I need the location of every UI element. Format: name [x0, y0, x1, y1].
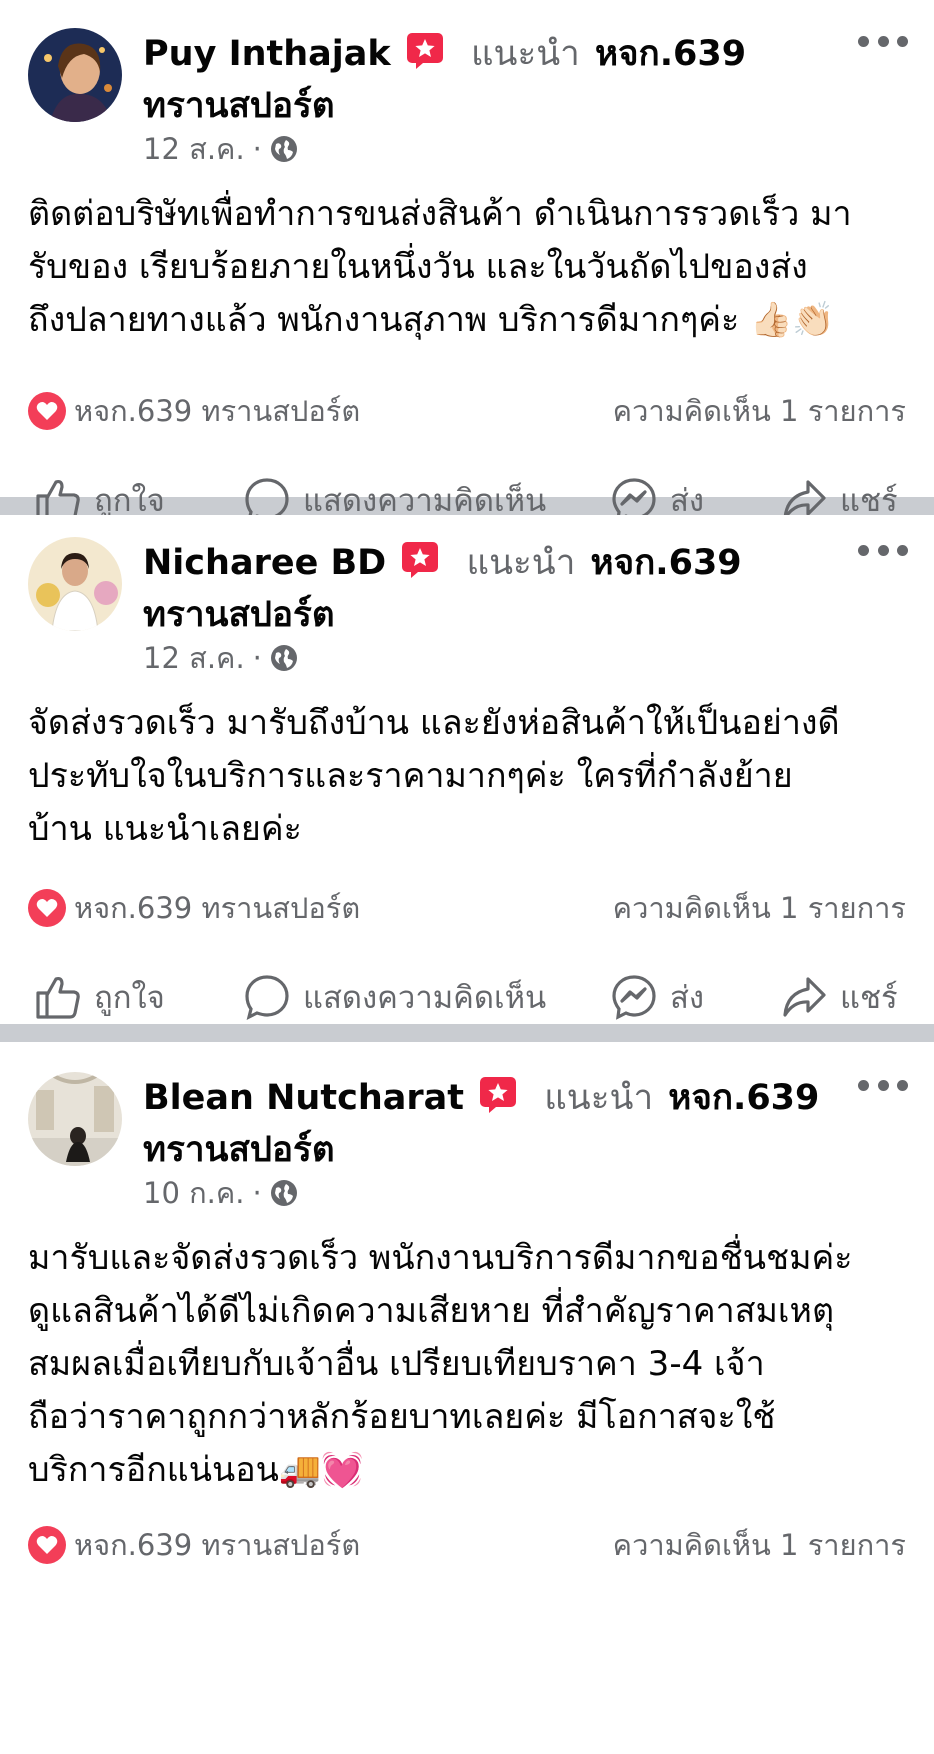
page-name-line2[interactable]: ทรานสปอร์ต: [143, 1130, 335, 1170]
page-name[interactable]: หจก.639: [591, 543, 742, 583]
reaction-summary[interactable]: หจก.639 ทรานสปอร์ต ความคิดเห็น 1 รายการ: [28, 885, 906, 931]
recommends-label: แนะนำ: [466, 543, 576, 583]
post-date[interactable]: 12 ส.ค.: [143, 126, 245, 172]
reaction-names: หจก.639 ทรานสปอร์ต: [74, 394, 361, 428]
recommends-label: แนะนำ: [544, 1078, 654, 1118]
comment-count[interactable]: ความคิดเห็น 1 รายการ: [613, 388, 906, 434]
love-reaction-icon: [28, 392, 66, 430]
comment-icon: [245, 975, 289, 1020]
comment-count[interactable]: ความคิดเห็น 1 รายการ: [613, 885, 906, 931]
recommend-star-icon: [406, 33, 443, 69]
page-name-line2[interactable]: ทรานสปอร์ต: [143, 595, 335, 635]
post-card: Blean Nutcharat แนะนำ หจก.639 ทรานสปอร์ต…: [0, 1042, 934, 1754]
post-card: Puy Inthajak แนะนำ หจก.639 ทรานสปอร์ต 12…: [0, 0, 934, 523]
comment-button[interactable]: แสดงความคิดเห็น: [243, 972, 546, 1022]
recommends-label: แนะนำ: [470, 34, 580, 74]
meta-separator: ·: [252, 132, 262, 166]
author-avatar[interactable]: [28, 537, 122, 631]
comment-count[interactable]: ความคิดเห็น 1 รายการ: [613, 1522, 906, 1568]
page-name[interactable]: หจก.639: [668, 1078, 819, 1118]
like-icon: [36, 976, 80, 1019]
globe-icon: [270, 1180, 297, 1206]
share-icon: [783, 977, 826, 1017]
post-date[interactable]: 10 ก.ค.: [143, 1170, 245, 1216]
meta-separator: ·: [252, 1176, 262, 1210]
love-reaction-icon: [28, 889, 66, 927]
post-text: จัดส่งรวดเร็ว มารับถึงบ้าน และยังห่อสินค…: [28, 703, 840, 849]
recommend-star-icon: [402, 542, 439, 578]
post-text: ติดต่อบริษัทเพื่อทำการขนส่งสินค้า ดำเนิน…: [28, 194, 852, 340]
post-meta: 12 ส.ค. ·: [143, 635, 298, 681]
globe-icon: [270, 645, 297, 671]
globe-icon: [270, 136, 297, 162]
author-name[interactable]: Puy Inthajak: [143, 34, 391, 74]
reaction-summary[interactable]: หจก.639 ทรานสปอร์ต ความคิดเห็น 1 รายการ: [28, 388, 906, 434]
send-button[interactable]: ส่ง: [610, 972, 704, 1022]
like-button[interactable]: ถูกใจ: [34, 972, 165, 1022]
post-header: Nicharee BD แนะนำ หจก.639 ทรานสปอร์ต: [143, 537, 843, 641]
post-meta: 10 ก.ค. ·: [143, 1170, 298, 1216]
love-reaction-icon: [28, 1526, 66, 1564]
messenger-icon: [612, 975, 656, 1020]
post-meta: 12 ส.ค. ·: [143, 126, 298, 172]
recommend-star-icon: [480, 1077, 517, 1113]
page-name[interactable]: หจก.639: [595, 34, 746, 74]
post-header: Puy Inthajak แนะนำ หจก.639 ทรานสปอร์ต: [143, 28, 843, 132]
action-bar: ถูกใจ แสดงความคิดเห็น ส่ง แชร์: [0, 967, 934, 1027]
author-name[interactable]: Blean Nutcharat: [143, 1078, 464, 1118]
more-options-icon[interactable]: [858, 1070, 908, 1100]
reaction-names: หจก.639 ทรานสปอร์ต: [74, 1528, 361, 1562]
author-avatar[interactable]: [28, 1072, 122, 1166]
author-avatar[interactable]: [28, 28, 122, 122]
post-card: Nicharee BD แนะนำ หจก.639 ทรานสปอร์ต 12 …: [0, 515, 934, 1024]
post-header: Blean Nutcharat แนะนำ หจก.639 ทรานสปอร์ต: [143, 1072, 843, 1176]
more-options-icon[interactable]: [858, 26, 908, 56]
meta-separator: ·: [252, 641, 262, 675]
post-text: มารับและจัดส่งรวดเร็ว พนักงานบริการดีมาก…: [28, 1238, 853, 1490]
author-name[interactable]: Nicharee BD: [143, 543, 386, 583]
reaction-summary[interactable]: หจก.639 ทรานสปอร์ต ความคิดเห็น 1 รายการ: [28, 1522, 906, 1568]
more-options-icon[interactable]: [858, 535, 908, 565]
post-date[interactable]: 12 ส.ค.: [143, 635, 245, 681]
reaction-names: หจก.639 ทรานสปอร์ต: [74, 891, 361, 925]
page-name-line2[interactable]: ทรานสปอร์ต: [143, 86, 335, 126]
share-button[interactable]: แชร์: [780, 972, 898, 1022]
